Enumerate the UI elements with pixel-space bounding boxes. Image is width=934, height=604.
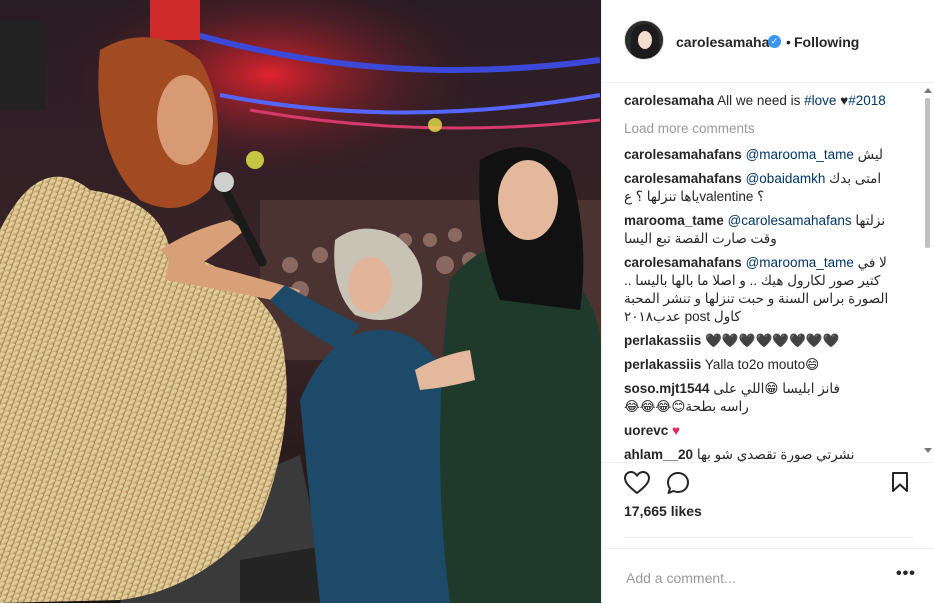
post-username[interactable]: carolesamaha bbox=[676, 34, 769, 50]
comment-text-line: كتير صور لكارول هيك .. و اصلا ما بالها ب… bbox=[624, 273, 881, 288]
caption-text: All we need is bbox=[714, 93, 805, 108]
comments-list: carolesamaha All we need is #love ♥#2018… bbox=[624, 92, 922, 462]
concert-photo-illustration bbox=[0, 0, 601, 603]
post-photo[interactable] bbox=[0, 0, 601, 603]
likes-count[interactable]: 17,665 likes bbox=[624, 503, 702, 519]
comment-text: ♥ bbox=[672, 423, 681, 438]
comment-item: perlakassiis 🖤🖤🖤🖤🖤🖤🖤🖤 bbox=[624, 332, 914, 350]
heart-icon[interactable] bbox=[624, 471, 650, 495]
comment-text-line: وقت صارت القصة تبع اليسا bbox=[624, 231, 777, 246]
more-options-icon[interactable]: ••• bbox=[896, 566, 916, 582]
comment-item: marooma_tame @carolesamahafans نزلتها وق… bbox=[624, 212, 914, 248]
hashtag-2018[interactable]: #2018 bbox=[848, 93, 886, 108]
divider bbox=[624, 537, 914, 538]
comment-mention[interactable]: @obaidamkh bbox=[746, 171, 826, 186]
comment-item: perlakassiis Yalla to2o mouto😄 bbox=[624, 356, 914, 374]
comment-item: carolesamahafans @marooma_tame لا في كتي… bbox=[624, 254, 914, 326]
caption-username[interactable]: carolesamaha bbox=[624, 93, 714, 108]
comment-text: نشرتي صورة تقصدي شو بها bbox=[693, 447, 855, 462]
comment-text: فانز ابليسا 😁اللي على bbox=[709, 381, 840, 396]
following-button[interactable]: Following bbox=[794, 34, 859, 50]
avatar-face bbox=[638, 31, 652, 49]
comment-item: soso.mjt1544 فانز ابليسا 😁اللي على راسه … bbox=[624, 380, 914, 416]
verified-badge-icon: ✓ bbox=[768, 35, 781, 48]
comment-username[interactable]: ahlam__20 bbox=[624, 447, 693, 462]
caption-heart: ♥ bbox=[836, 93, 849, 108]
comment-username[interactable]: carolesamahafans bbox=[624, 171, 742, 186]
comment-text: ليش bbox=[853, 147, 884, 162]
comment-username[interactable]: uorevc bbox=[624, 423, 668, 438]
comment-username[interactable]: soso.mjt1544 bbox=[624, 381, 710, 396]
comment-username[interactable]: carolesamahafans bbox=[624, 147, 742, 162]
bookmark-icon[interactable] bbox=[891, 471, 909, 493]
comment-username[interactable]: carolesamahafans bbox=[624, 255, 742, 270]
caption: carolesamaha All we need is #love ♥#2018 bbox=[624, 92, 914, 110]
comment-item: carolesamahafans @obaidamkh امتى بدك ؟ v… bbox=[624, 170, 914, 206]
comment-username[interactable]: perlakassiis bbox=[624, 357, 701, 372]
comment-mention[interactable]: @carolesamahafans bbox=[728, 213, 852, 228]
post-header: carolesamaha ✓ • Following bbox=[602, 0, 934, 83]
action-bar bbox=[602, 462, 934, 501]
comment-mention[interactable]: @marooma_tame bbox=[746, 255, 854, 270]
comment-mention[interactable]: @marooma_tame bbox=[746, 147, 854, 162]
comment-text: لا في bbox=[853, 255, 887, 270]
comments-scrollbar[interactable] bbox=[922, 88, 932, 458]
scroll-down-arrow-icon[interactable] bbox=[924, 448, 932, 453]
load-more-comments-button[interactable]: Load more comments bbox=[624, 120, 755, 138]
post-side-panel: carolesamaha ✓ • Following carolesamaha … bbox=[601, 0, 934, 603]
hashtag-love[interactable]: #love bbox=[804, 93, 836, 108]
comment-username[interactable]: perlakassiis bbox=[624, 333, 701, 348]
comment-item: uorevc ♥ bbox=[624, 422, 914, 440]
add-comment-input[interactable] bbox=[624, 561, 878, 595]
comment-text-line: الصورة براس السنة و حبت تنزلها و تنشر ال… bbox=[624, 291, 889, 306]
separator-dot: • bbox=[786, 34, 791, 50]
comment-text: امتى بدك bbox=[825, 171, 882, 186]
comment-text: نزلتها bbox=[851, 213, 886, 228]
comment-text-line: كاول post عدب٢٠١٨ bbox=[624, 309, 741, 324]
comment-icon[interactable] bbox=[666, 471, 690, 495]
scroll-thumb[interactable] bbox=[925, 98, 930, 248]
comment-item: carolesamahafans @marooma_tame ليش bbox=[624, 146, 914, 164]
add-comment-bar: ••• bbox=[602, 548, 934, 604]
comment-item: ahlam__20 نشرتي صورة تقصدي شو بها bbox=[624, 446, 914, 462]
comment-text: 🖤🖤🖤🖤🖤🖤🖤🖤 bbox=[701, 333, 840, 348]
avatar[interactable] bbox=[624, 20, 664, 60]
comment-text: Yalla to2o mouto😄 bbox=[701, 357, 820, 372]
comment-text-line: راسه بطحة😊😂😂😂 bbox=[624, 399, 749, 414]
comment-text-line: ؟ valentineياها تنزلها ؟ ع bbox=[624, 189, 765, 204]
scroll-up-arrow-icon[interactable] bbox=[924, 88, 932, 93]
comment-username[interactable]: marooma_tame bbox=[624, 213, 724, 228]
